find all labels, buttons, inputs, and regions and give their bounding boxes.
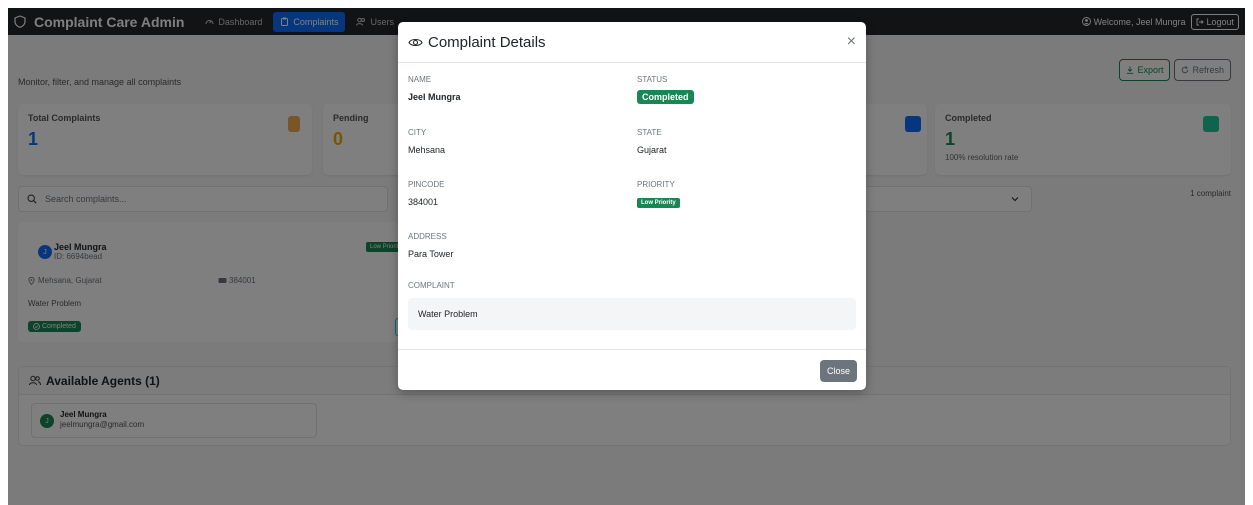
city-value: Mehsana — [408, 145, 446, 155]
modal-footer: Close — [398, 349, 866, 390]
priority-label: PRIORITY — [637, 180, 675, 189]
modal-header: Complaint Details × — [398, 22, 866, 63]
address-label: ADDRESS — [408, 232, 447, 241]
address-value: Para Tower — [408, 249, 454, 259]
pincode-label: PINCODE — [408, 180, 445, 189]
state-label: STATE — [637, 128, 662, 137]
close-button[interactable]: Close — [819, 360, 857, 382]
eye-icon — [408, 38, 423, 46]
state-value: Gujarat — [637, 145, 667, 155]
close-icon[interactable]: × — [847, 34, 856, 50]
name-label: NAME — [408, 75, 432, 84]
city-label: CITY — [408, 128, 427, 137]
name-value: Jeel Mungra — [408, 92, 461, 102]
priority-badge: Low Priority — [637, 198, 680, 208]
app-page: Complaint Care Admin Dashboard Complaint… — [8, 8, 1245, 505]
complaint-text-box: Water Problem — [408, 298, 856, 330]
complaint-label: COMPLAINT — [408, 281, 455, 290]
modal-title: Complaint Details — [408, 34, 546, 51]
status-label: STATUS — [637, 75, 668, 84]
status-badge: Completed — [637, 90, 694, 104]
pincode-value: 384001 — [408, 197, 439, 207]
complaint-details-modal: Complaint Details × NAME Jeel Mungra STA… — [398, 22, 866, 390]
modal-title-text: Complaint Details — [428, 33, 546, 51]
